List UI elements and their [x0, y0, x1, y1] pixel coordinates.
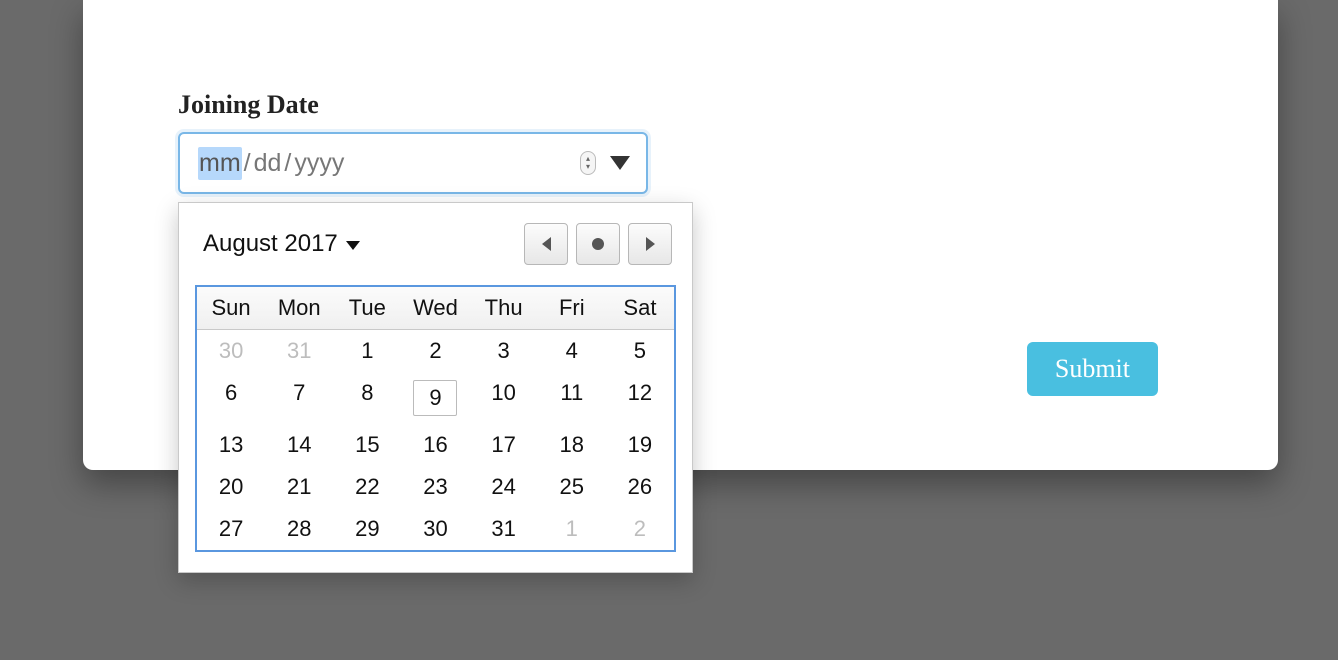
calendar-day[interactable]: 15: [333, 424, 401, 466]
joining-date-label: Joining Date: [178, 90, 319, 120]
calendar-day[interactable]: 12: [606, 372, 674, 424]
calendar-day[interactable]: 19: [606, 424, 674, 466]
calendar-weekday: Wed: [401, 287, 469, 329]
calendar-day[interactable]: 17: [470, 424, 538, 466]
date-separator: /: [282, 149, 293, 178]
calendar-weekday-row: SunMonTueWedThuFriSat: [197, 287, 674, 330]
calendar-day[interactable]: 3: [470, 330, 538, 372]
calendar-grid: SunMonTueWedThuFriSat 303112345678910111…: [195, 285, 676, 552]
calendar-day[interactable]: 27: [197, 508, 265, 550]
calendar-day[interactable]: 30: [197, 330, 265, 372]
calendar-day[interactable]: 26: [606, 466, 674, 508]
calendar-day[interactable]: 31: [470, 508, 538, 550]
calendar-day[interactable]: 6: [197, 372, 265, 424]
chevron-left-icon: [542, 237, 551, 251]
date-segment-day[interactable]: dd: [253, 147, 283, 180]
date-segment-year[interactable]: yyyy: [293, 147, 345, 180]
chevron-right-icon: [646, 237, 655, 251]
calendar-day[interactable]: 30: [401, 508, 469, 550]
calendar-weekday: Tue: [333, 287, 401, 329]
month-year-selector[interactable]: August 2017: [203, 230, 360, 258]
calendar-day[interactable]: 7: [265, 372, 333, 424]
calendar-day[interactable]: 21: [265, 466, 333, 508]
calendar-day[interactable]: 10: [470, 372, 538, 424]
calendar-day[interactable]: 8: [333, 372, 401, 424]
date-segment-month[interactable]: mm: [198, 147, 242, 180]
calendar-day[interactable]: 14: [265, 424, 333, 466]
calendar-day[interactable]: 2: [606, 508, 674, 550]
calendar-day[interactable]: 9: [401, 372, 469, 424]
chevron-down-icon: [346, 241, 360, 250]
calendar-day[interactable]: 16: [401, 424, 469, 466]
calendar-body: 3031123456789101112131415161718192021222…: [197, 330, 674, 550]
dropdown-caret-icon[interactable]: [610, 156, 630, 170]
circle-icon: [592, 238, 604, 250]
month-year-label: August 2017: [203, 230, 338, 258]
calendar-day[interactable]: 31: [265, 330, 333, 372]
calendar-day[interactable]: 28: [265, 508, 333, 550]
calendar-weekday: Sat: [606, 287, 674, 329]
calendar-day[interactable]: 1: [538, 508, 606, 550]
calendar-day[interactable]: 22: [333, 466, 401, 508]
submit-button[interactable]: Submit: [1027, 342, 1158, 396]
today-button[interactable]: [576, 223, 620, 265]
calendar-day[interactable]: 25: [538, 466, 606, 508]
calendar-day[interactable]: 4: [538, 330, 606, 372]
calendar-day[interactable]: 20: [197, 466, 265, 508]
calendar-day[interactable]: 2: [401, 330, 469, 372]
calendar-day[interactable]: 5: [606, 330, 674, 372]
calendar-weekday: Mon: [265, 287, 333, 329]
calendar-day[interactable]: 24: [470, 466, 538, 508]
date-picker-popup: August 2017 SunMonTueWedThuFriSat 303112…: [178, 202, 693, 573]
date-stepper-icon[interactable]: ▴▾: [580, 151, 596, 175]
joining-date-input[interactable]: mm / dd / yyyy ▴▾: [178, 132, 648, 194]
date-separator: /: [242, 149, 253, 178]
calendar-day[interactable]: 1: [333, 330, 401, 372]
calendar-day[interactable]: 13: [197, 424, 265, 466]
next-month-button[interactable]: [628, 223, 672, 265]
calendar-day[interactable]: 29: [333, 508, 401, 550]
calendar-weekday: Sun: [197, 287, 265, 329]
calendar-weekday: Thu: [470, 287, 538, 329]
calendar-weekday: Fri: [538, 287, 606, 329]
date-picker-header: August 2017: [195, 219, 676, 269]
form-card: Joining Date mm / dd / yyyy ▴▾ August 20…: [83, 0, 1278, 470]
prev-month-button[interactable]: [524, 223, 568, 265]
calendar-day[interactable]: 18: [538, 424, 606, 466]
calendar-nav: [524, 223, 672, 265]
calendar-day[interactable]: 23: [401, 466, 469, 508]
calendar-day[interactable]: 11: [538, 372, 606, 424]
